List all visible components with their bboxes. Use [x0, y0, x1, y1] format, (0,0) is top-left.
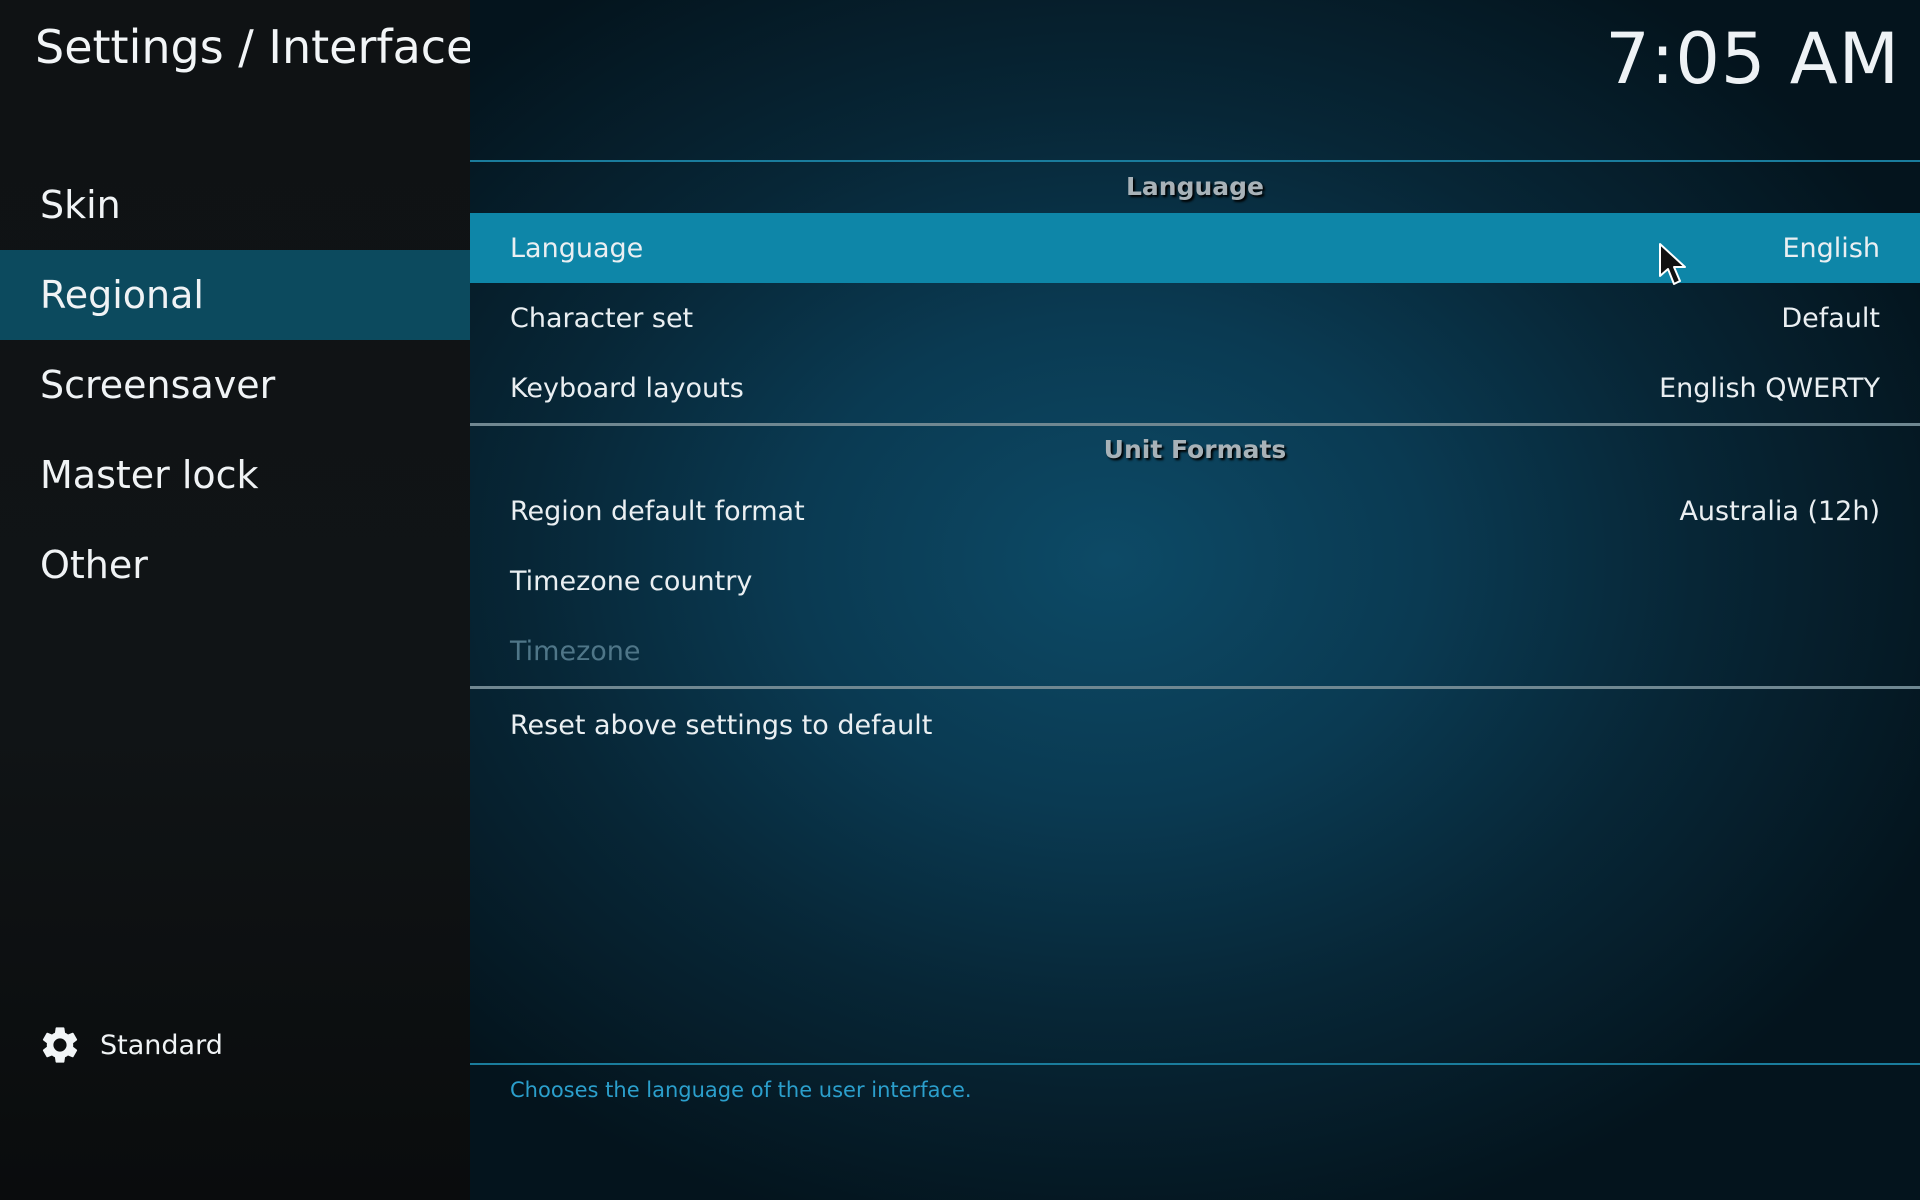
setting-value: Australia (12h)	[1679, 495, 1880, 527]
sidebar-item-other[interactable]: Other	[0, 520, 470, 610]
gear-icon	[42, 1027, 78, 1063]
group-divider	[470, 423, 1920, 426]
sidebar-item-skin[interactable]: Skin	[0, 160, 470, 250]
settings-panel: 7:05 AM Language Language English Charac…	[470, 0, 1920, 1200]
sidebar-item-regional[interactable]: Regional	[0, 250, 470, 340]
clock: 7:05 AM	[1605, 18, 1900, 100]
setting-value: Default	[1781, 302, 1880, 334]
setting-character-set[interactable]: Character set Default	[470, 283, 1920, 353]
setting-label: Character set	[510, 302, 694, 334]
setting-language[interactable]: Language English	[470, 213, 1920, 283]
setting-label: Region default format	[510, 495, 805, 527]
top-divider	[470, 160, 1920, 162]
page-title: Settings / Interface	[35, 20, 475, 74]
reset-settings-button[interactable]: Reset above settings to default	[470, 690, 1920, 760]
setting-value: English	[1782, 232, 1881, 264]
settings-level-label: Standard	[100, 1029, 223, 1061]
sidebar-item-master-lock[interactable]: Master lock	[0, 430, 470, 520]
setting-value: English QWERTY	[1659, 372, 1880, 404]
group-header-unit-formats: Unit Formats	[1103, 435, 1287, 464]
sidebar: Settings / Interface Skin Regional Scree…	[0, 0, 475, 1200]
mouse-cursor-icon	[1659, 243, 1686, 285]
setting-label: Reset above settings to default	[510, 709, 933, 741]
setting-label: Keyboard layouts	[510, 372, 744, 404]
setting-description: Chooses the language of the user interfa…	[510, 1078, 972, 1102]
group-divider	[470, 686, 1920, 689]
bottom-divider	[470, 1063, 1920, 1065]
setting-label: Timezone	[510, 635, 641, 667]
group-header-language: Language	[1125, 172, 1264, 201]
setting-timezone: Timezone	[470, 616, 1920, 686]
setting-timezone-country[interactable]: Timezone country	[470, 546, 1920, 616]
setting-keyboard-layouts[interactable]: Keyboard layouts English QWERTY	[470, 353, 1920, 423]
settings-window: Settings / Interface Skin Regional Scree…	[0, 0, 1920, 1200]
category-list: Skin Regional Screensaver Master lock Ot…	[0, 160, 470, 610]
setting-label: Timezone country	[510, 565, 753, 597]
setting-region-default-format[interactable]: Region default format Australia (12h)	[470, 476, 1920, 546]
sidebar-item-screensaver[interactable]: Screensaver	[0, 340, 470, 430]
settings-level-button[interactable]: Standard	[38, 1020, 223, 1070]
setting-label: Language	[510, 232, 644, 264]
